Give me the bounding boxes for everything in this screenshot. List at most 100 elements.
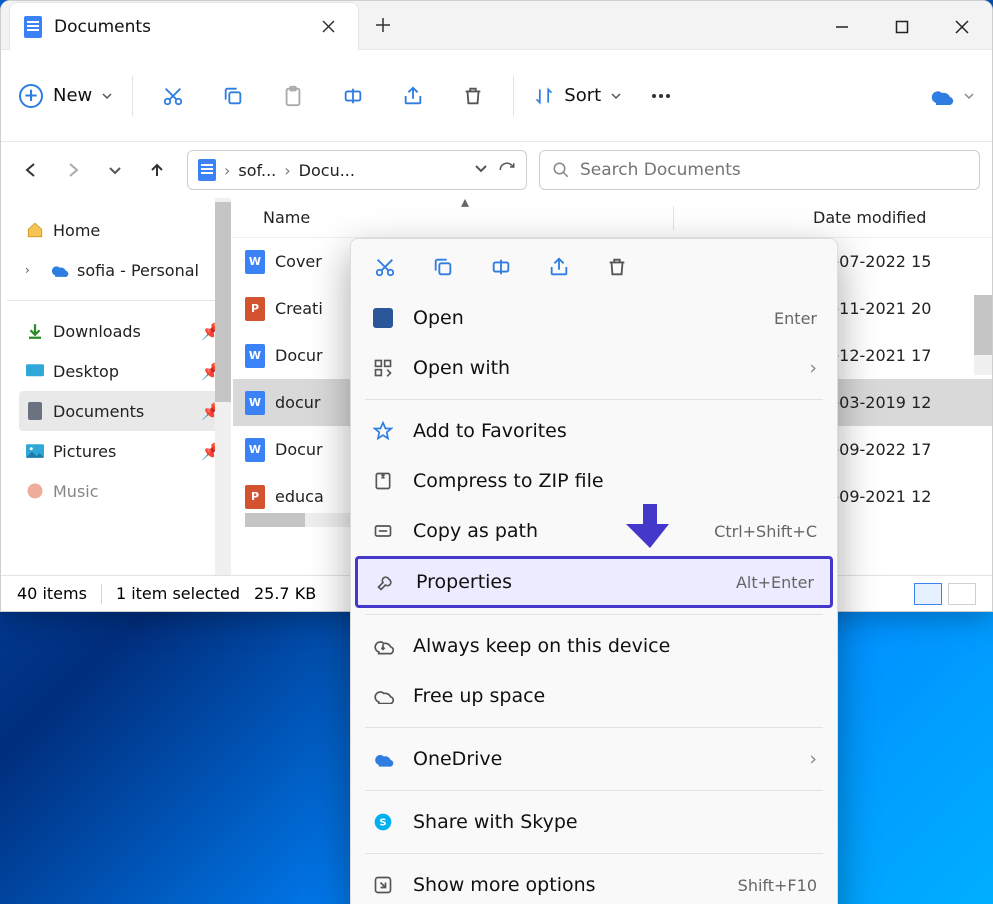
menu-item-label: Add to Favorites: [413, 420, 817, 442]
powerpoint-file-icon: P: [245, 297, 265, 321]
breadcrumb[interactable]: › sof... › Docu...: [187, 150, 527, 190]
minimize-button[interactable]: [812, 5, 872, 49]
column-name[interactable]: Name: [263, 208, 693, 227]
status-separator: [101, 584, 102, 604]
rename-button[interactable]: [487, 253, 515, 281]
titlebar: Documents: [1, 1, 992, 50]
word-file-icon: W: [245, 344, 265, 368]
search-input[interactable]: [580, 160, 967, 180]
menu-item-open-with[interactable]: Open with ›: [351, 343, 837, 393]
sidebar-item-pictures[interactable]: Pictures 📌: [19, 431, 227, 471]
new-label: New: [53, 85, 92, 106]
sidebar-item-desktop[interactable]: Desktop 📌: [19, 351, 227, 391]
copy-path-icon: [371, 521, 395, 541]
breadcrumb-segment[interactable]: sof...: [238, 161, 276, 180]
chevron-right-icon: ›: [809, 357, 817, 379]
menu-item-label: Show more options: [413, 874, 720, 896]
menu-item-favorites[interactable]: Add to Favorites: [351, 406, 837, 456]
sidebar-item-label: Documents: [53, 402, 144, 421]
menu-item-show-more[interactable]: Show more options Shift+F10: [351, 860, 837, 904]
annotation-arrow-icon: [625, 500, 675, 550]
wrench-icon: [374, 572, 398, 592]
menu-separator: [365, 614, 823, 615]
column-separator[interactable]: [673, 206, 674, 230]
sort-label: Sort: [564, 85, 601, 106]
more-button[interactable]: [641, 76, 681, 116]
status-selection: 1 item selected: [116, 584, 240, 603]
file-name: Cover: [275, 252, 355, 271]
cloud-download-icon: [371, 637, 395, 655]
chevron-right-icon[interactable]: ›: [25, 263, 41, 277]
scrollbar-thumb[interactable]: [245, 513, 305, 527]
cut-button[interactable]: [153, 76, 193, 116]
sidebar-item-onedrive-user[interactable]: › sofia - Personal: [19, 250, 227, 290]
menu-item-always-keep[interactable]: Always keep on this device: [351, 621, 837, 671]
pictures-icon: [25, 441, 45, 461]
menu-item-copy-path[interactable]: Copy as path Ctrl+Shift+C: [351, 506, 837, 556]
search-box[interactable]: [539, 150, 980, 190]
sidebar-scrollbar-thumb[interactable]: [215, 202, 231, 402]
menu-separator: [365, 790, 823, 791]
share-button[interactable]: [545, 253, 573, 281]
breadcrumb-dropdown-button[interactable]: [474, 161, 488, 179]
menu-item-properties[interactable]: Properties Alt+Enter: [355, 556, 833, 608]
up-button[interactable]: [139, 152, 175, 188]
close-window-button[interactable]: [932, 5, 992, 49]
menu-item-open[interactable]: Open Enter: [351, 293, 837, 343]
rename-button[interactable]: [333, 76, 373, 116]
delete-button[interactable]: [603, 253, 631, 281]
details-view-button[interactable]: [914, 583, 942, 605]
cloud-icon: [928, 87, 954, 105]
toolbar-separator: [513, 76, 514, 116]
document-icon: [198, 159, 216, 181]
sidebar-item-home[interactable]: Home: [19, 210, 227, 250]
sidebar-item-music[interactable]: Music: [19, 471, 227, 511]
column-date[interactable]: Date modified: [813, 208, 926, 227]
copy-button[interactable]: [429, 253, 457, 281]
breadcrumb-segment[interactable]: Docu...: [299, 161, 355, 180]
menu-item-label: Open with: [413, 357, 791, 379]
file-name: Docur: [275, 346, 355, 365]
menu-item-label: Open: [413, 307, 756, 329]
sidebar-item-downloads[interactable]: Downloads 📌: [19, 311, 227, 351]
menu-item-free-up-space[interactable]: Free up space: [351, 671, 837, 721]
context-menu: Open Enter Open with › Add to Favorites …: [350, 238, 838, 904]
sort-button[interactable]: Sort: [534, 85, 621, 106]
menu-item-accelerator: Shift+F10: [738, 876, 817, 895]
menu-item-label: Always keep on this device: [413, 635, 817, 657]
download-icon: [25, 321, 45, 341]
delete-button[interactable]: [453, 76, 493, 116]
thumbnails-view-button[interactable]: [948, 583, 976, 605]
new-button[interactable]: + New: [19, 84, 112, 108]
share-button[interactable]: [393, 76, 433, 116]
tab-close-button[interactable]: [312, 11, 344, 43]
new-tab-button[interactable]: [359, 1, 407, 49]
context-quick-actions: [351, 249, 837, 293]
list-vertical-scrollbar[interactable]: [974, 295, 992, 375]
toolbar: + New Sort: [1, 50, 992, 142]
file-name: Docur: [275, 440, 355, 459]
onedrive-status-button[interactable]: [928, 87, 974, 105]
tab-documents[interactable]: Documents: [9, 2, 359, 50]
menu-item-compress-zip[interactable]: Compress to ZIP file: [351, 456, 837, 506]
maximize-button[interactable]: [872, 5, 932, 49]
back-button[interactable]: [13, 152, 49, 188]
cut-button[interactable]: [371, 253, 399, 281]
chevron-down-icon: [964, 91, 974, 101]
refresh-button[interactable]: [498, 161, 516, 179]
sidebar-item-documents[interactable]: Documents 📌: [19, 391, 227, 431]
forward-button[interactable]: [55, 152, 91, 188]
menu-item-label: Free up space: [413, 685, 817, 707]
menu-item-onedrive[interactable]: OneDrive ›: [351, 734, 837, 784]
scrollbar-thumb[interactable]: [974, 295, 992, 355]
copy-button[interactable]: [213, 76, 253, 116]
sidebar-item-label: Home: [53, 221, 100, 240]
recent-locations-button[interactable]: [97, 152, 133, 188]
file-name: docur: [275, 393, 355, 412]
sort-indicator-icon: ▴: [461, 192, 469, 211]
home-icon: [25, 220, 45, 240]
chevron-right-icon: ›: [809, 748, 817, 770]
skype-icon: S: [371, 812, 395, 832]
menu-item-skype[interactable]: S Share with Skype: [351, 797, 837, 847]
paste-button[interactable]: [273, 76, 313, 116]
